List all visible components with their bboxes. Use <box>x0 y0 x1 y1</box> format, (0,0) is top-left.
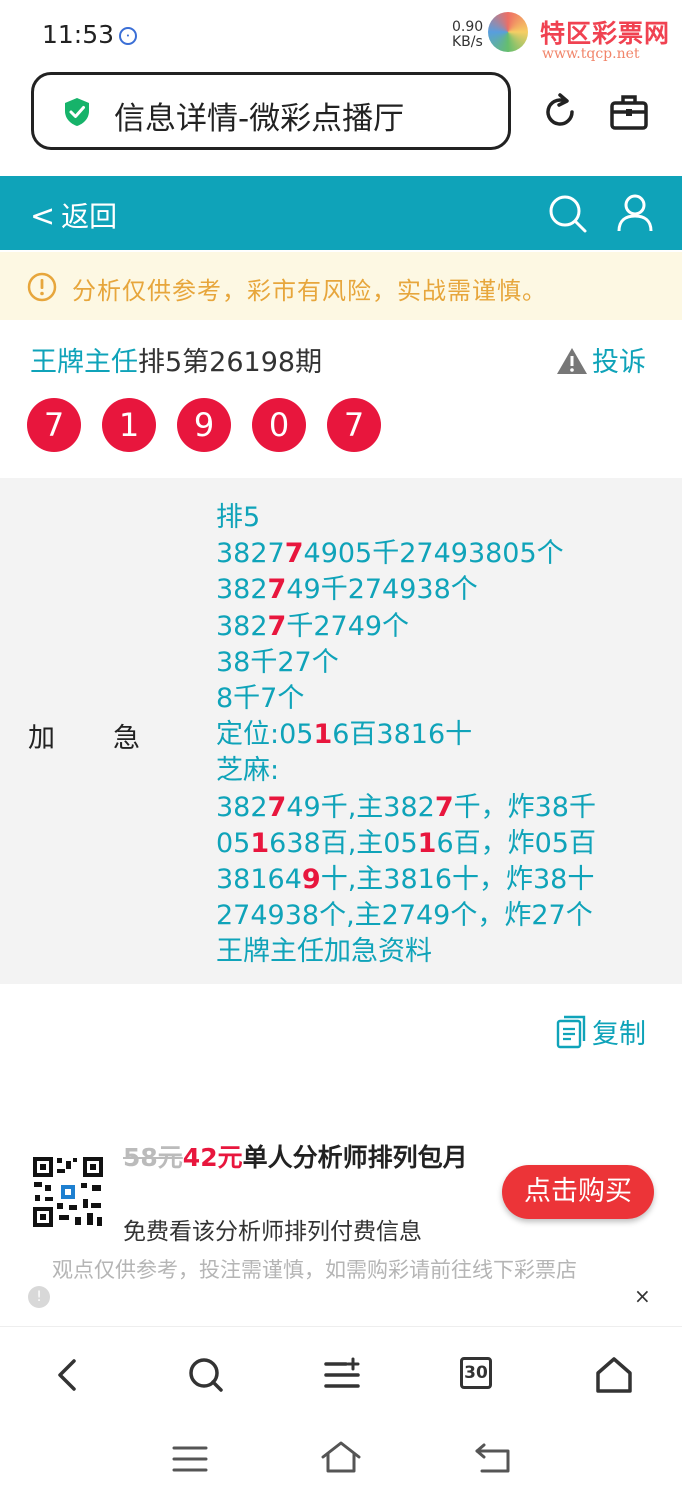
post-title: 王牌主任排5第26198期 <box>30 340 322 379</box>
close-icon[interactable]: × <box>634 1284 651 1308</box>
content-line: 定位:0516百3816十 <box>216 719 473 751</box>
recent-apps-icon[interactable] <box>172 1444 208 1474</box>
issue-label: 排5第26198期 <box>138 347 323 378</box>
back-arrow-icon[interactable] <box>48 1355 88 1395</box>
content-line: 王牌主任加急资料 <box>216 936 432 968</box>
watermark-logo-icon <box>488 12 528 52</box>
home-nav-icon[interactable] <box>320 1440 362 1474</box>
author-link[interactable]: 王牌主任 <box>30 347 138 378</box>
network-speed: 0.90 KB/s <box>452 19 484 50</box>
buy-button[interactable]: 点击购买 <box>502 1165 654 1219</box>
old-price: 58元 <box>123 1143 183 1172</box>
complain-button[interactable]: 投诉 <box>556 340 646 379</box>
content-line: 051638百,主0516百，炸05百 <box>216 827 596 859</box>
watermark: 特区彩票网 www.tqcp.net <box>484 8 674 68</box>
content-line: 274938个,主2749个，炸27个 <box>216 900 593 932</box>
qr-code-icon <box>31 1155 105 1229</box>
info-icon: ! <box>28 1286 50 1308</box>
copy-icon <box>556 1015 586 1049</box>
user-icon[interactable] <box>614 192 656 234</box>
content-label: 加急 <box>28 723 140 754</box>
disclaimer-text: 观点仅供参考，投注需谨慎，如需购彩请前往线下彩票店 <box>52 1258 577 1282</box>
content-block: 加急 排5 382774905千27493805个 382749千274938个 38… <box>0 478 682 984</box>
refresh-icon[interactable] <box>540 92 580 132</box>
copy-button[interactable]: 复制 <box>556 1012 646 1051</box>
promo-title: 58元42元单人分析师排列包月 <box>123 1143 468 1172</box>
search-icon[interactable] <box>546 192 588 234</box>
promo-subtitle: 免费看该分析师排列付费信息 <box>123 1219 422 1245</box>
risk-notice: 分析仅供参考，彩市有风险，实战需谨慎。 <box>0 252 682 320</box>
notice-text: 分析仅供参考，彩市有风险，实战需谨慎。 <box>72 277 547 305</box>
content-line: 381649十,主3816十，炸38十 <box>216 863 595 895</box>
status-app-icon: • <box>119 27 137 45</box>
header-nav: < 返回 <box>0 176 682 250</box>
tab-count-button[interactable]: 30 <box>460 1357 492 1389</box>
system-nav-bar <box>0 1422 682 1500</box>
result-ball: 7 <box>327 398 381 452</box>
back-button[interactable]: < 返回 <box>30 195 117 235</box>
back-nav-icon[interactable] <box>474 1442 512 1474</box>
watermark-name: 特区彩票网 <box>540 19 671 48</box>
browser-toolbar: 30 <box>0 1326 682 1423</box>
content-line: 排5 <box>216 502 261 533</box>
content-line: 8千7个 <box>216 682 305 714</box>
home-icon[interactable] <box>594 1355 634 1395</box>
result-ball: 9 <box>177 398 231 452</box>
address-bar[interactable]: 信息详情-微彩点播厅 <box>31 72 511 150</box>
content-line: 382749千,主3827千，炸38千 <box>216 791 596 823</box>
toolbox-icon[interactable] <box>609 92 649 132</box>
menu-icon[interactable] <box>322 1355 362 1395</box>
page-title: 信息详情-微彩点播厅 <box>114 101 405 137</box>
content-line: 3827千2749个 <box>216 610 410 642</box>
info-icon <box>27 272 57 302</box>
result-ball: 1 <box>102 398 156 452</box>
prediction-text: 排5 382774905千27493805个 382749千274938个 3827千… <box>216 500 596 970</box>
chevron-left-icon: < <box>30 199 56 234</box>
content-line: 38千27个 <box>216 646 339 678</box>
content-line: 芝麻: <box>216 755 280 787</box>
content-line: 382774905千27493805个 <box>216 538 564 570</box>
status-time: 11:53 <box>42 20 115 49</box>
result-ball: 0 <box>252 398 306 452</box>
watermark-url: www.tqcp.net <box>542 46 640 62</box>
content-line: 382749千274938个 <box>216 574 478 606</box>
shield-check-icon <box>65 98 89 126</box>
new-price: 42元 <box>182 1143 243 1172</box>
search-icon[interactable] <box>186 1355 226 1395</box>
result-ball: 7 <box>27 398 81 452</box>
warning-icon <box>557 348 587 374</box>
